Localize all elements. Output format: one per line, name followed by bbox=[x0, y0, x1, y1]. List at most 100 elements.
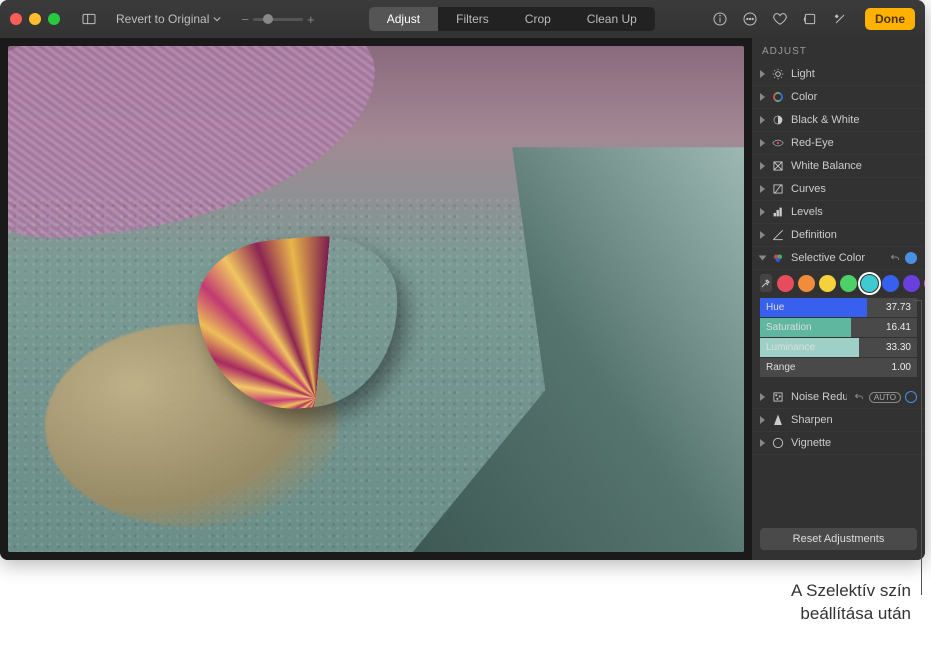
zoom-minus-icon: − bbox=[241, 12, 249, 27]
swatch-row bbox=[760, 274, 917, 292]
info-icon[interactable] bbox=[709, 8, 731, 30]
undo-icon[interactable] bbox=[889, 252, 901, 264]
done-button[interactable]: Done bbox=[865, 8, 915, 30]
section-label: Definition bbox=[791, 229, 917, 241]
revert-button[interactable]: Revert to Original bbox=[108, 6, 229, 32]
vignette-icon bbox=[771, 436, 785, 450]
chevron-right-icon bbox=[760, 139, 765, 147]
window-controls bbox=[10, 13, 60, 25]
zoom-plus-icon: + bbox=[307, 12, 315, 27]
section-curves[interactable]: Curves bbox=[752, 178, 925, 201]
titlebar: Revert to Original − + Adjust Filters Cr… bbox=[0, 0, 925, 38]
curves-icon bbox=[771, 182, 785, 196]
close-window-button[interactable] bbox=[10, 13, 22, 25]
chevron-right-icon bbox=[760, 231, 765, 239]
eyedropper-button[interactable] bbox=[760, 274, 772, 292]
color-swatch-1[interactable] bbox=[798, 275, 815, 292]
auto-badge[interactable]: AUTO bbox=[869, 392, 901, 403]
adjust-sidebar: ADJUST Light Color Black & White Red-Eye bbox=[752, 38, 925, 560]
mode-tabs: Adjust Filters Crop Clean Up bbox=[369, 7, 655, 31]
caption-line2: beállítása után bbox=[791, 603, 911, 626]
slider-sat[interactable]: Saturation 16.41 bbox=[760, 318, 917, 337]
zoom-slider[interactable]: − + bbox=[241, 12, 314, 27]
tab-crop[interactable]: Crop bbox=[507, 7, 569, 31]
chevron-right-icon bbox=[760, 208, 765, 216]
slider-lum[interactable]: Luminance 33.30 bbox=[760, 338, 917, 357]
autoenhance-icon[interactable] bbox=[829, 8, 851, 30]
color-swatch-6[interactable] bbox=[903, 275, 920, 292]
caption-line1: A Szelektív szín bbox=[791, 580, 911, 603]
section-label: Light bbox=[791, 68, 917, 80]
slider-label: Range bbox=[760, 362, 815, 373]
definition-icon bbox=[771, 228, 785, 242]
enabled-toggle[interactable] bbox=[905, 252, 917, 264]
chevron-down-icon bbox=[213, 15, 221, 23]
redeye-icon bbox=[771, 136, 785, 150]
color-swatch-3[interactable] bbox=[840, 275, 857, 292]
slider-label: Saturation bbox=[760, 322, 815, 333]
section-label: White Balance bbox=[791, 160, 917, 172]
color-swatch-0[interactable] bbox=[777, 275, 794, 292]
tab-cleanup[interactable]: Clean Up bbox=[569, 7, 655, 31]
shell-subject bbox=[199, 238, 399, 408]
slider-value: 1.00 bbox=[892, 362, 911, 373]
section-vignette[interactable]: Vignette bbox=[752, 432, 925, 455]
slider-hue[interactable]: Hue 37.73 bbox=[760, 298, 917, 317]
section-label: Levels bbox=[791, 206, 917, 218]
color-swatch-7[interactable] bbox=[924, 275, 925, 292]
rotate-icon[interactable] bbox=[799, 8, 821, 30]
minimize-window-button[interactable] bbox=[29, 13, 41, 25]
app-window: Revert to Original − + Adjust Filters Cr… bbox=[0, 0, 925, 560]
whitebalance-icon bbox=[771, 159, 785, 173]
section-label: Color bbox=[791, 91, 917, 103]
reset-area: Reset Adjustments bbox=[752, 518, 925, 560]
content-area: ADJUST Light Color Black & White Red-Eye bbox=[0, 38, 925, 560]
photo-preview bbox=[8, 46, 744, 552]
chevron-right-icon bbox=[760, 70, 765, 78]
zoom-knob[interactable] bbox=[263, 14, 273, 24]
color-swatch-2[interactable] bbox=[819, 275, 836, 292]
undo-icon[interactable] bbox=[853, 391, 865, 403]
caption-text: A Szelektív szín beállítása után bbox=[791, 580, 911, 626]
slider-range[interactable]: Range 1.00 bbox=[760, 358, 917, 377]
section-selective-color[interactable]: Selective Color bbox=[752, 247, 925, 270]
reset-adjustments-button[interactable]: Reset Adjustments bbox=[760, 528, 917, 550]
slider-value: 33.30 bbox=[886, 342, 911, 353]
photo-canvas[interactable] bbox=[0, 38, 752, 560]
chevron-right-icon bbox=[760, 416, 765, 424]
slider-label: Hue bbox=[760, 302, 815, 313]
chevron-right-icon bbox=[760, 185, 765, 193]
section-redeye[interactable]: Red-Eye bbox=[752, 132, 925, 155]
section-color[interactable]: Color bbox=[752, 86, 925, 109]
section-definition[interactable]: Definition bbox=[752, 224, 925, 247]
more-icon[interactable] bbox=[739, 8, 761, 30]
sidebar-toggle-icon[interactable] bbox=[78, 8, 100, 30]
sidebar-header: ADJUST bbox=[752, 38, 925, 63]
eyedropper-icon bbox=[760, 277, 772, 289]
favorite-icon[interactable] bbox=[769, 8, 791, 30]
section-bw[interactable]: Black & White bbox=[752, 109, 925, 132]
sharpen-icon bbox=[771, 413, 785, 427]
chevron-right-icon bbox=[760, 439, 765, 447]
revert-label: Revert to Original bbox=[116, 12, 209, 26]
fullscreen-window-button[interactable] bbox=[48, 13, 60, 25]
chevron-right-icon bbox=[760, 393, 765, 401]
color-swatch-5[interactable] bbox=[882, 275, 899, 292]
section-label: Selective Color bbox=[791, 252, 883, 264]
tab-adjust[interactable]: Adjust bbox=[369, 7, 438, 31]
section-noise-reduction[interactable]: Noise Reduction AUTO bbox=[752, 386, 925, 409]
color-swatch-4[interactable] bbox=[861, 275, 878, 292]
section-label: Sharpen bbox=[791, 414, 917, 426]
chevron-right-icon bbox=[760, 116, 765, 124]
section-label: Vignette bbox=[791, 437, 917, 449]
section-label: Black & White bbox=[791, 114, 917, 126]
section-light[interactable]: Light bbox=[752, 63, 925, 86]
zoom-track[interactable] bbox=[253, 18, 303, 21]
enabled-toggle[interactable] bbox=[905, 391, 917, 403]
section-levels[interactable]: Levels bbox=[752, 201, 925, 224]
section-label: Curves bbox=[791, 183, 917, 195]
section-whitebalance[interactable]: White Balance bbox=[752, 155, 925, 178]
selective-color-icon bbox=[771, 251, 785, 265]
tab-filters[interactable]: Filters bbox=[438, 7, 507, 31]
section-sharpen[interactable]: Sharpen bbox=[752, 409, 925, 432]
